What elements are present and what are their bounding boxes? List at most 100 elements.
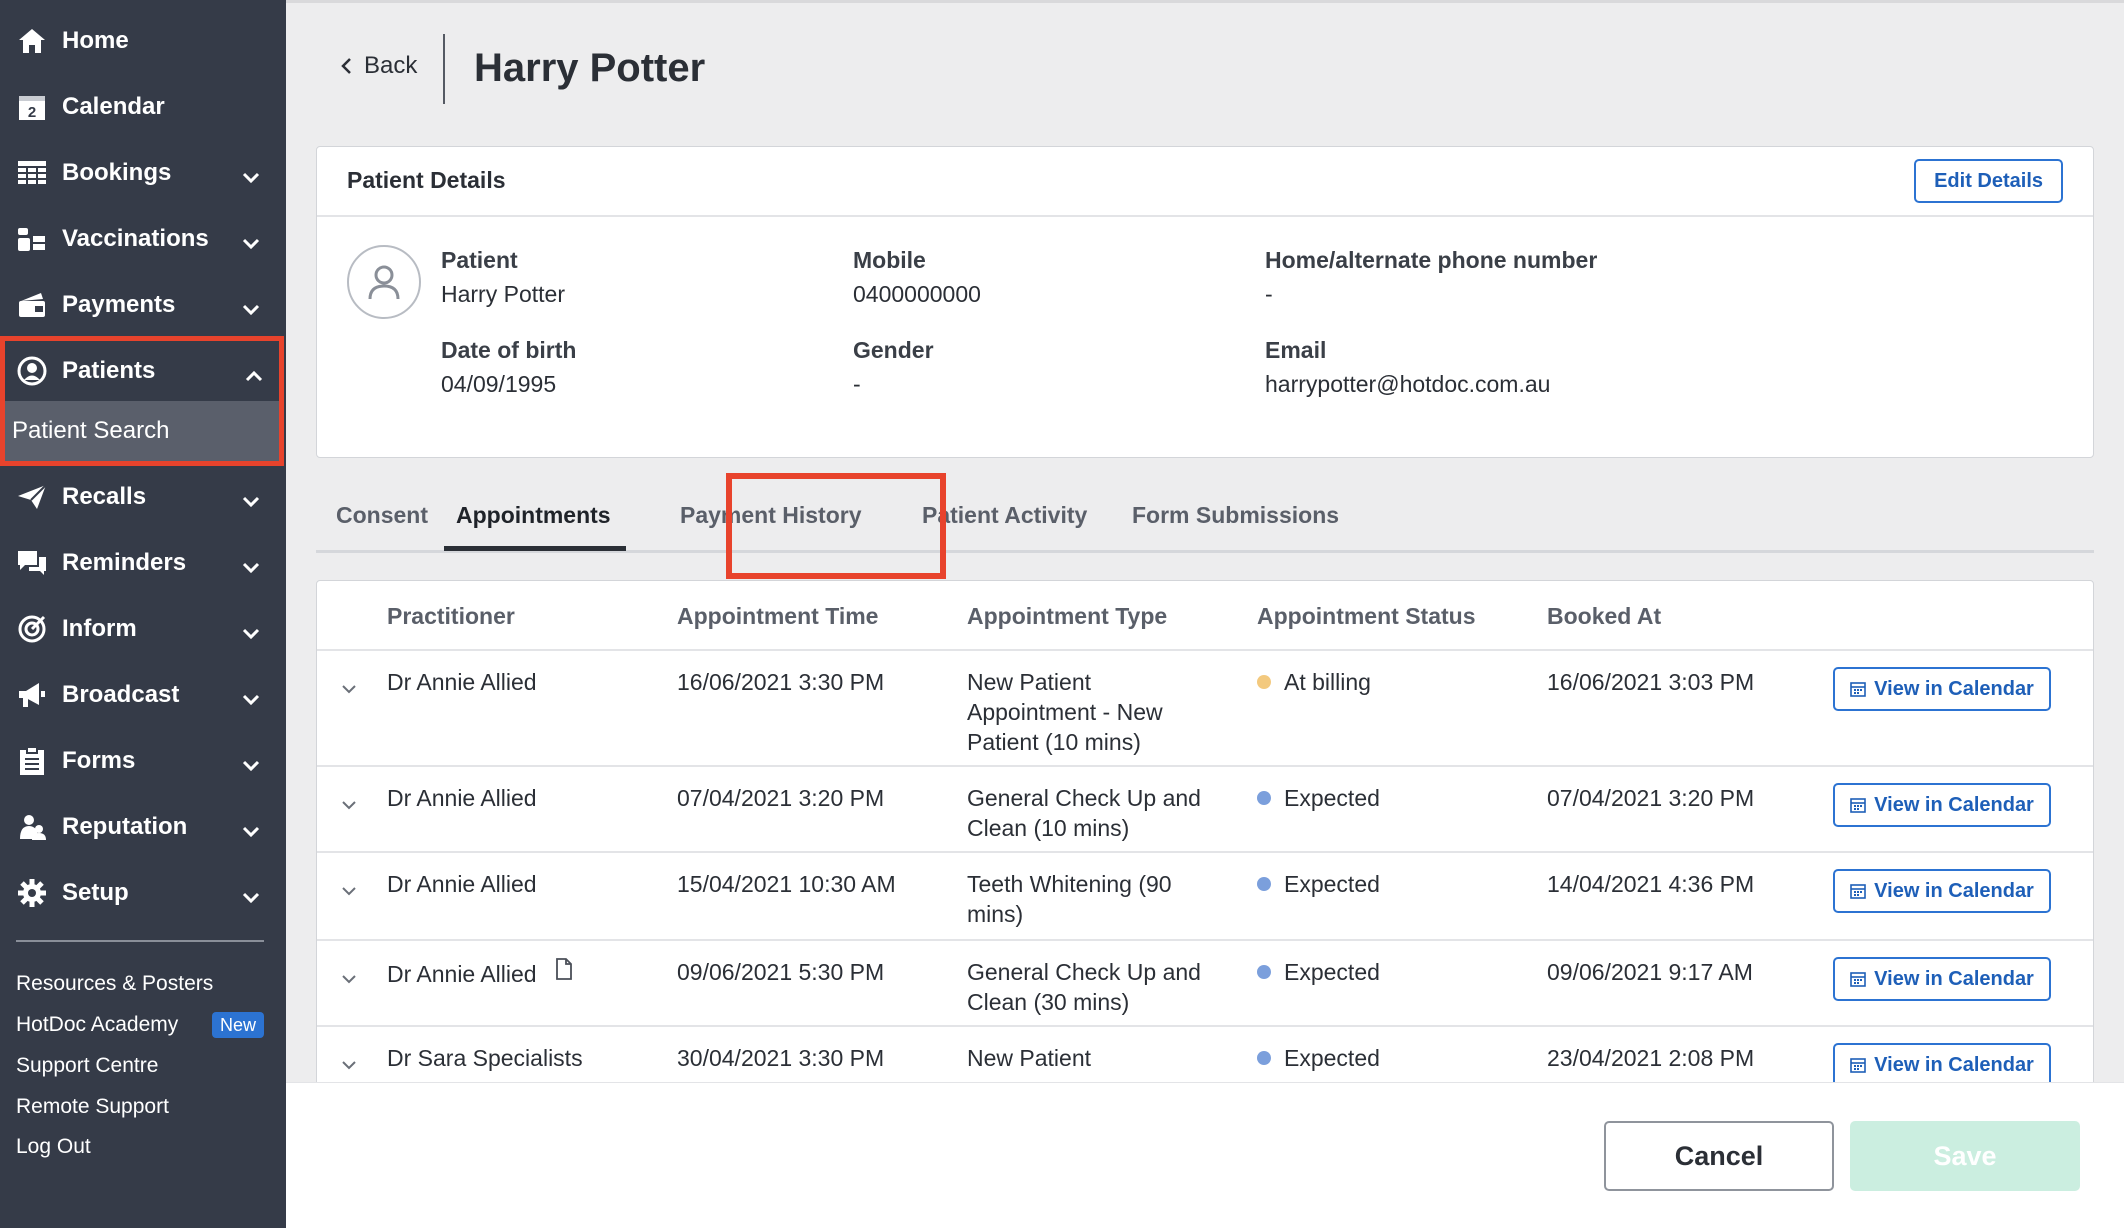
table-row: Dr Annie Allied 07/04/2021 3:20 PM Gener… [317,767,2093,853]
status-cell: Expected [1257,783,1380,813]
booked-cell: 07/04/2021 3:20 PM [1547,785,1755,811]
sidebar-item-reminders[interactable]: Reminders [0,530,286,596]
tab-consent[interactable]: Consent [336,502,428,529]
hotdoc-academy-link[interactable]: HotDoc Academy [16,1013,178,1037]
booked-cell: 16/06/2021 3:03 PM [1547,669,1755,695]
expand-chevron-icon[interactable] [341,1057,357,1075]
table-row: Dr Sara Specialists 30/04/2021 3:30 PM N… [317,1027,2093,1082]
chevron-down-icon [242,685,260,713]
sidebar-item-home[interactable]: Home [0,8,286,74]
tab-patient-activity[interactable]: Patient Activity [922,502,1087,529]
expand-chevron-icon[interactable] [341,883,357,901]
tab-appointments[interactable]: Appointments [456,502,611,529]
time-cell: 30/04/2021 3:30 PM [677,1045,885,1071]
status-cell: Expected [1257,957,1380,987]
expand-chevron-icon[interactable] [341,681,357,699]
calendar-small-icon [1850,972,1866,987]
booked-cell: 23/04/2021 2:08 PM [1547,1045,1755,1071]
megaphone-icon [16,679,48,711]
log-out-link[interactable]: Log Out [16,1135,91,1159]
view-in-calendar-button[interactable]: View in Calendar [1833,1043,2051,1082]
dob-label: Date of birth [441,337,577,363]
column-header: Practitioner [387,603,515,629]
save-button[interactable]: Save [1850,1121,2080,1191]
chevron-down-icon [242,295,260,323]
main-content: Back Harry Potter Patient Details Edit D… [286,0,2124,1082]
document-icon[interactable] [555,957,573,987]
sidebar-item-reputation[interactable]: Reputation [0,794,286,860]
table-row: Dr Annie Allied 16/06/2021 3:30 PM New P… [317,651,2093,767]
gender-value: - [853,371,861,397]
booked-cell: 14/04/2021 4:36 PM [1547,871,1755,897]
chevron-up-icon [245,361,263,389]
sidebar-item-patients[interactable]: Patients [5,341,279,401]
sidebar-item-inform[interactable]: Inform [0,596,286,662]
back-button[interactable]: Back [340,52,417,80]
column-header: Booked At [1547,603,1662,629]
home-icon [16,25,48,57]
home-phone-value: - [1265,281,1273,307]
status-dot [1257,675,1271,689]
sidebar-item-setup[interactable]: Setup [0,860,286,926]
view-in-calendar-button[interactable]: View in Calendar [1833,957,2051,1001]
sidebar-item-broadcast[interactable]: Broadcast [0,662,286,728]
expand-chevron-icon[interactable] [341,797,357,815]
type-cell: New Patient [967,1045,1092,1071]
calendar-small-icon [1850,682,1866,697]
patient-label: Patient [441,247,518,273]
chevron-down-icon [242,487,260,515]
expand-chevron-icon[interactable] [341,971,357,989]
email-label: Email [1265,337,1327,363]
clipboard-icon [16,745,48,777]
mobile-label: Mobile [853,247,926,273]
tab-form-submissions[interactable]: Form Submissions [1132,502,1339,529]
resources-posters-link[interactable]: Resources & Posters [16,972,213,996]
active-tab-indicator [444,546,626,551]
sidebar-item-recalls[interactable]: Recalls [0,464,286,530]
chevron-down-icon [242,229,260,257]
status-dot [1257,1051,1271,1065]
type-cell: New Patient Appointment - New Patient (10 … [967,669,1163,755]
sidebar-item-label: Reminders [62,549,187,576]
practitioner-cell: Dr Annie Allied [387,871,537,897]
status-dot [1257,877,1271,891]
status-cell: Expected [1257,869,1380,899]
support-centre-link[interactable]: Support Centre [16,1054,158,1078]
calendar-small-icon [1850,884,1866,899]
sidebar-item-label: Calendar [62,93,165,120]
vaccinations-icon [16,223,48,255]
status-dot [1257,791,1271,805]
table-row: Dr Annie Allied 09/06/2021 5:30 PM Gener… [317,941,2093,1027]
avatar [347,245,421,319]
form-footer: Cancel Save [286,1082,2124,1229]
sidebar-item-label: Payments [62,291,176,318]
bookings-grid-icon [16,157,48,189]
sidebar-item-vaccinations[interactable]: Vaccinations [0,206,286,272]
time-cell: 07/04/2021 3:20 PM [677,785,885,811]
patient-value: Harry Potter [441,281,565,307]
view-in-calendar-button[interactable]: View in Calendar [1833,869,2051,913]
cancel-button[interactable]: Cancel [1604,1121,1834,1191]
sidebar: Home 2 Calendar Bookings Vaccinations Pa… [0,0,286,1228]
sidebar-subitem-patient-search[interactable]: Patient Search [5,401,279,461]
chevron-left-icon [340,56,352,76]
practitioner-cell: Dr Annie Allied [387,785,537,811]
header-divider [443,34,445,104]
svg-text:2: 2 [28,104,36,121]
view-in-calendar-button[interactable]: View in Calendar [1833,783,2051,827]
patients-highlight: Patients Patient Search [0,336,284,466]
type-cell: General Check Up and Clean (10 mins) [967,785,1201,841]
time-cell: 15/04/2021 10:30 AM [677,871,896,897]
sidebar-item-label: Patients [62,357,156,384]
edit-details-button[interactable]: Edit Details [1914,159,2063,203]
practitioner-cell: Dr Annie Allied [387,669,537,695]
person-icon [368,265,400,300]
remote-support-link[interactable]: Remote Support [16,1095,169,1119]
sidebar-item-payments[interactable]: Payments [0,272,286,338]
view-in-calendar-button[interactable]: View in Calendar [1833,667,2051,711]
sidebar-item-calendar[interactable]: 2 Calendar [0,74,286,140]
gender-label: Gender [853,337,934,363]
status-cell: At billing [1257,667,1371,697]
sidebar-item-bookings[interactable]: Bookings [0,140,286,206]
sidebar-item-forms[interactable]: Forms [0,728,286,794]
